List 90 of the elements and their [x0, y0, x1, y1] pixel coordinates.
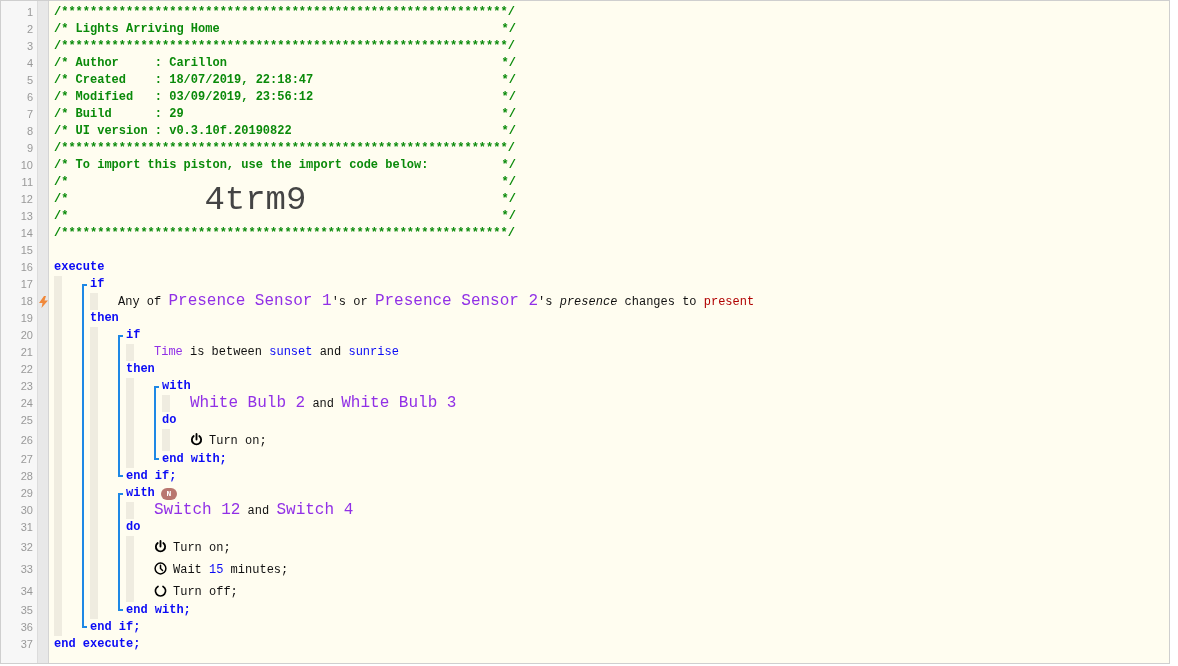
line-number: 35	[20, 603, 33, 618]
line-number: 29	[20, 486, 33, 501]
line-number: 22	[20, 362, 33, 377]
comment-text: */	[501, 174, 516, 191]
line-number: 21	[20, 345, 33, 360]
clock-icon	[154, 562, 167, 575]
line-number: 4	[26, 56, 33, 71]
code-line: Switch 12 and Switch 4	[154, 501, 354, 520]
comment-text: */	[501, 123, 516, 140]
line-number: 6	[26, 90, 33, 105]
code-line: Time is between sunset and sunrise	[154, 344, 399, 361]
line-number: 37	[20, 637, 33, 652]
code-line: end execute;	[54, 636, 141, 653]
lightning-icon	[38, 295, 48, 308]
comment-text: /* UI version : v0.3.10f.20190822	[54, 123, 292, 140]
comment-text: /*	[54, 191, 69, 208]
code-line: do	[162, 412, 177, 429]
line-number: 15	[20, 243, 33, 258]
line-number: 36	[20, 620, 33, 635]
line-number: 16	[20, 260, 33, 275]
code-line: Turn on;	[209, 433, 267, 450]
code-line: Wait 15 minutes;	[173, 562, 289, 579]
line-number: 14	[20, 226, 33, 241]
badge: N	[160, 487, 177, 500]
import-code: 4trm9	[204, 185, 307, 214]
line-number: 8	[26, 124, 33, 139]
comment-text: /*	[54, 174, 69, 191]
code-line: end with;	[162, 451, 227, 468]
comment-text: /**************************************************************/	[54, 4, 515, 21]
code-line: Turn off;	[173, 584, 238, 601]
line-number: 13	[20, 209, 33, 224]
code-line: Turn on;	[173, 540, 231, 557]
comment-text: /* Author : Carillon	[54, 55, 227, 72]
line-number: 33	[20, 561, 33, 577]
line-number: 5	[26, 73, 33, 88]
line-number: 18	[20, 294, 33, 309]
line-number: 11	[21, 175, 33, 190]
comment-text: /* Created : 18/07/2019, 22:18:47	[54, 72, 314, 89]
line-number: 9	[26, 141, 33, 156]
code-line: with	[126, 485, 155, 502]
comment-text: */	[501, 21, 516, 38]
comment-text: /* Modified : 03/09/2019, 23:56:12	[54, 89, 314, 106]
line-number: 17	[20, 277, 33, 292]
comment-text: /* Lights Arriving Home	[54, 21, 220, 38]
code-line: if	[126, 327, 141, 344]
line-number: 26	[20, 432, 33, 448]
comment-text: /* Build : 29	[54, 106, 184, 123]
comment-text: */	[501, 157, 516, 174]
comment-text: */	[501, 55, 516, 72]
code-line: do	[126, 519, 141, 536]
line-number: 34	[20, 583, 33, 599]
comment-text: */	[501, 106, 516, 123]
comment-text: */	[501, 72, 516, 89]
line-number: 1	[26, 5, 33, 20]
comment-text: /**************************************************************/	[54, 225, 515, 242]
code-line: end if;	[90, 619, 141, 636]
comment-text: /* To import this piston, use the import code below:	[54, 157, 429, 174]
code-line: if	[90, 276, 105, 293]
code-line: Any of Presence Sensor 1's or Presence Sensor 2's presence changes to present	[118, 292, 755, 311]
code-line: execute	[54, 259, 105, 276]
code-line: White Bulb 2 and White Bulb 3	[190, 394, 457, 413]
line-number: 2	[26, 22, 33, 37]
code-line: end with;	[126, 602, 191, 619]
line-number: 19	[20, 311, 33, 326]
comment-text: */	[501, 208, 516, 225]
line-number: 25	[20, 413, 33, 428]
line-number: 32	[20, 539, 33, 555]
code-line: end if;	[126, 468, 177, 485]
comment-text: /**************************************************************/	[54, 38, 515, 55]
comment-text: */	[501, 191, 516, 208]
power-off-icon	[154, 584, 167, 597]
comment-text: */	[501, 89, 516, 106]
line-number: 10	[20, 158, 33, 173]
line-number: 27	[20, 452, 33, 467]
line-number: 30	[20, 503, 33, 518]
line-number: 31	[20, 520, 33, 535]
line-number: 7	[26, 107, 33, 122]
code-line: then	[126, 361, 155, 378]
comment-text: /**************************************************************/	[54, 140, 515, 157]
code-line: then	[90, 310, 119, 327]
power-icon	[190, 433, 203, 446]
line-number: 3	[26, 39, 33, 54]
line-number: 24	[20, 396, 33, 411]
code-line: with	[162, 378, 191, 395]
power-icon	[154, 540, 167, 553]
line-number: 20	[20, 328, 33, 343]
line-number: 23	[20, 379, 33, 394]
comment-text: /*	[54, 208, 69, 225]
line-number: 28	[20, 469, 33, 484]
line-number: 12	[20, 192, 33, 207]
